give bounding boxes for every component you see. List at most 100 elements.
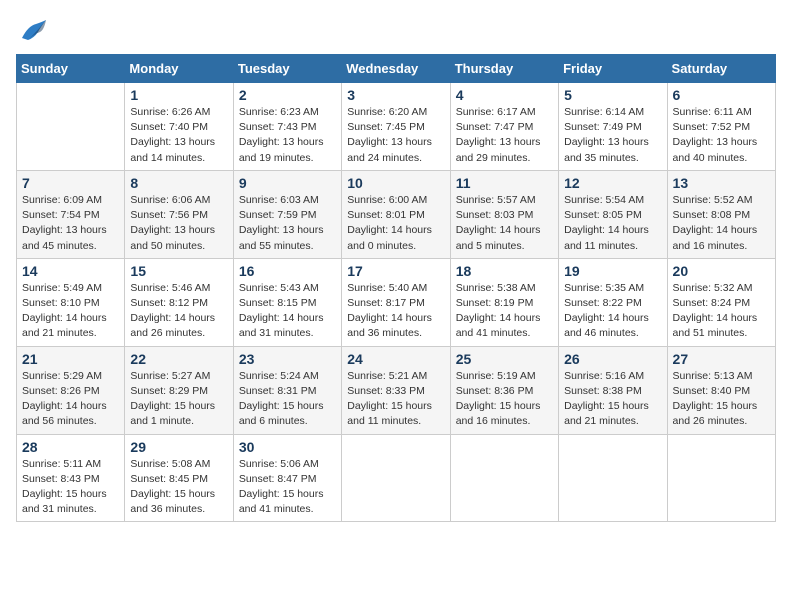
day-number: 18 <box>456 263 553 279</box>
day-number: 11 <box>456 175 553 191</box>
day-number: 5 <box>564 87 661 103</box>
day-info: Sunrise: 5:46 AMSunset: 8:12 PMDaylight:… <box>130 281 227 342</box>
day-info: Sunrise: 5:49 AMSunset: 8:10 PMDaylight:… <box>22 281 119 342</box>
weekday-header-monday: Monday <box>125 55 233 83</box>
day-info: Sunrise: 6:17 AMSunset: 7:47 PMDaylight:… <box>456 105 553 166</box>
day-number: 20 <box>673 263 770 279</box>
calendar-cell: 5 Sunrise: 6:14 AMSunset: 7:49 PMDaylight… <box>559 83 667 171</box>
calendar-week-row: 21 Sunrise: 5:29 AMSunset: 8:26 PMDayligh… <box>17 346 776 434</box>
day-info: Sunrise: 5:35 AMSunset: 8:22 PMDaylight:… <box>564 281 661 342</box>
calendar-cell <box>450 434 558 522</box>
day-info: Sunrise: 6:03 AMSunset: 7:59 PMDaylight:… <box>239 193 336 254</box>
weekday-header-saturday: Saturday <box>667 55 775 83</box>
calendar-cell: 19 Sunrise: 5:35 AMSunset: 8:22 PMDayligh… <box>559 258 667 346</box>
calendar-cell: 25 Sunrise: 5:19 AMSunset: 8:36 PMDayligh… <box>450 346 558 434</box>
day-number: 12 <box>564 175 661 191</box>
day-number: 28 <box>22 439 119 455</box>
day-info: Sunrise: 5:40 AMSunset: 8:17 PMDaylight:… <box>347 281 444 342</box>
calendar-cell <box>342 434 450 522</box>
logo <box>16 16 48 44</box>
calendar-cell: 14 Sunrise: 5:49 AMSunset: 8:10 PMDayligh… <box>17 258 125 346</box>
weekday-header-thursday: Thursday <box>450 55 558 83</box>
calendar-cell: 4 Sunrise: 6:17 AMSunset: 7:47 PMDaylight… <box>450 83 558 171</box>
day-info: Sunrise: 6:20 AMSunset: 7:45 PMDaylight:… <box>347 105 444 166</box>
calendar-cell: 11 Sunrise: 5:57 AMSunset: 8:03 PMDayligh… <box>450 170 558 258</box>
day-number: 22 <box>130 351 227 367</box>
calendar-cell <box>559 434 667 522</box>
day-info: Sunrise: 5:16 AMSunset: 8:38 PMDaylight:… <box>564 369 661 430</box>
day-info: Sunrise: 6:14 AMSunset: 7:49 PMDaylight:… <box>564 105 661 166</box>
day-info: Sunrise: 5:29 AMSunset: 8:26 PMDaylight:… <box>22 369 119 430</box>
day-number: 19 <box>564 263 661 279</box>
day-number: 23 <box>239 351 336 367</box>
day-info: Sunrise: 6:00 AMSunset: 8:01 PMDaylight:… <box>347 193 444 254</box>
day-number: 14 <box>22 263 119 279</box>
day-info: Sunrise: 6:26 AMSunset: 7:40 PMDaylight:… <box>130 105 227 166</box>
logo-bird-icon <box>18 16 48 44</box>
calendar-week-row: 1Sunrise: 6:26 AMSunset: 7:40 PMDaylight… <box>17 83 776 171</box>
day-number: 2 <box>239 87 336 103</box>
weekday-header-wednesday: Wednesday <box>342 55 450 83</box>
calendar-cell: 12Sunrise: 5:54 AMSunset: 8:05 PMDayligh… <box>559 170 667 258</box>
calendar-cell: 10 Sunrise: 6:00 AMSunset: 8:01 PMDayligh… <box>342 170 450 258</box>
day-info: Sunrise: 5:24 AMSunset: 8:31 PMDaylight:… <box>239 369 336 430</box>
calendar-cell: 26Sunrise: 5:16 AMSunset: 8:38 PMDayligh… <box>559 346 667 434</box>
day-number: 8 <box>130 175 227 191</box>
day-number: 4 <box>456 87 553 103</box>
calendar-cell: 18 Sunrise: 5:38 AMSunset: 8:19 PMDayligh… <box>450 258 558 346</box>
calendar-cell: 22 Sunrise: 5:27 AMSunset: 8:29 PMDayligh… <box>125 346 233 434</box>
day-number: 13 <box>673 175 770 191</box>
weekday-header-tuesday: Tuesday <box>233 55 341 83</box>
weekday-header-friday: Friday <box>559 55 667 83</box>
day-info: Sunrise: 5:57 AMSunset: 8:03 PMDaylight:… <box>456 193 553 254</box>
day-info: Sunrise: 6:11 AMSunset: 7:52 PMDaylight:… <box>673 105 770 166</box>
day-info: Sunrise: 6:09 AMSunset: 7:54 PMDaylight:… <box>22 193 119 254</box>
day-info: Sunrise: 5:27 AMSunset: 8:29 PMDaylight:… <box>130 369 227 430</box>
calendar-week-row: 14 Sunrise: 5:49 AMSunset: 8:10 PMDayligh… <box>17 258 776 346</box>
calendar-cell: 3 Sunrise: 6:20 AMSunset: 7:45 PMDaylight… <box>342 83 450 171</box>
day-info: Sunrise: 5:32 AMSunset: 8:24 PMDaylight:… <box>673 281 770 342</box>
calendar-cell: 15Sunrise: 5:46 AMSunset: 8:12 PMDayligh… <box>125 258 233 346</box>
day-info: Sunrise: 6:06 AMSunset: 7:56 PMDaylight:… <box>130 193 227 254</box>
calendar-cell: 30 Sunrise: 5:06 AMSunset: 8:47 PMDayligh… <box>233 434 341 522</box>
day-info: Sunrise: 5:06 AMSunset: 8:47 PMDaylight:… <box>239 457 336 518</box>
calendar-cell: 6 Sunrise: 6:11 AMSunset: 7:52 PMDaylight… <box>667 83 775 171</box>
calendar-cell: 8 Sunrise: 6:06 AMSunset: 7:56 PMDaylight… <box>125 170 233 258</box>
calendar-cell: 27 Sunrise: 5:13 AMSunset: 8:40 PMDayligh… <box>667 346 775 434</box>
calendar-cell: 13Sunrise: 5:52 AMSunset: 8:08 PMDayligh… <box>667 170 775 258</box>
day-info: Sunrise: 5:19 AMSunset: 8:36 PMDaylight:… <box>456 369 553 430</box>
day-number: 17 <box>347 263 444 279</box>
day-number: 30 <box>239 439 336 455</box>
day-number: 7 <box>22 175 119 191</box>
day-info: Sunrise: 5:21 AMSunset: 8:33 PMDaylight:… <box>347 369 444 430</box>
weekday-header-row: SundayMondayTuesdayWednesdayThursdayFrid… <box>17 55 776 83</box>
day-number: 24 <box>347 351 444 367</box>
calendar-table: SundayMondayTuesdayWednesdayThursdayFrid… <box>16 54 776 522</box>
calendar-cell: 7 Sunrise: 6:09 AMSunset: 7:54 PMDaylight… <box>17 170 125 258</box>
day-number: 16 <box>239 263 336 279</box>
day-number: 6 <box>673 87 770 103</box>
day-info: Sunrise: 5:43 AMSunset: 8:15 PMDaylight:… <box>239 281 336 342</box>
day-info: Sunrise: 5:11 AMSunset: 8:43 PMDaylight:… <box>22 457 119 518</box>
day-number: 27 <box>673 351 770 367</box>
weekday-header-sunday: Sunday <box>17 55 125 83</box>
day-number: 9 <box>239 175 336 191</box>
page-header <box>16 16 776 44</box>
calendar-cell <box>17 83 125 171</box>
day-number: 3 <box>347 87 444 103</box>
day-number: 29 <box>130 439 227 455</box>
day-number: 21 <box>22 351 119 367</box>
calendar-cell: 28 Sunrise: 5:11 AMSunset: 8:43 PMDayligh… <box>17 434 125 522</box>
day-info: Sunrise: 5:38 AMSunset: 8:19 PMDaylight:… <box>456 281 553 342</box>
calendar-cell: 9 Sunrise: 6:03 AMSunset: 7:59 PMDaylight… <box>233 170 341 258</box>
calendar-cell: 20 Sunrise: 5:32 AMSunset: 8:24 PMDayligh… <box>667 258 775 346</box>
calendar-week-row: 28 Sunrise: 5:11 AMSunset: 8:43 PMDayligh… <box>17 434 776 522</box>
calendar-cell <box>667 434 775 522</box>
calendar-cell: 1Sunrise: 6:26 AMSunset: 7:40 PMDaylight… <box>125 83 233 171</box>
day-info: Sunrise: 6:23 AMSunset: 7:43 PMDaylight:… <box>239 105 336 166</box>
day-number: 10 <box>347 175 444 191</box>
calendar-cell: 21 Sunrise: 5:29 AMSunset: 8:26 PMDayligh… <box>17 346 125 434</box>
day-number: 25 <box>456 351 553 367</box>
day-info: Sunrise: 5:13 AMSunset: 8:40 PMDaylight:… <box>673 369 770 430</box>
calendar-cell: 29Sunrise: 5:08 AMSunset: 8:45 PMDayligh… <box>125 434 233 522</box>
